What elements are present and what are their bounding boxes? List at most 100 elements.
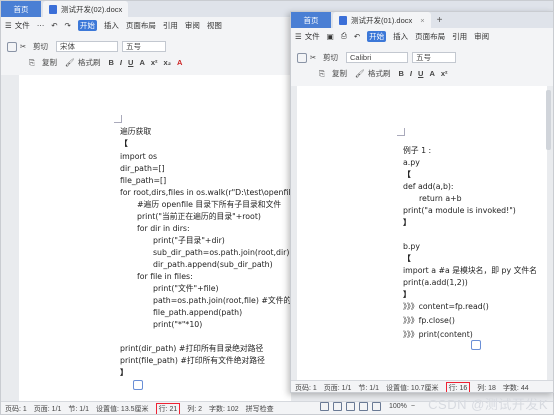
paste-icon[interactable] xyxy=(7,41,17,52)
vertical-scrollbar[interactable] xyxy=(546,90,551,150)
document-page[interactable]: 例子 1 : a.py 【 def add(a,b): return a+b p… xyxy=(297,86,547,380)
bold-button[interactable]: B xyxy=(109,58,114,67)
outline-view-icon[interactable] xyxy=(333,402,342,411)
format-painter-button[interactable]: 格式刷 xyxy=(78,57,101,68)
menu-references[interactable]: 引用 xyxy=(452,31,467,42)
menu-layout[interactable]: 页面布局 xyxy=(415,31,445,42)
doc-line: print("当前正在遍历的目录"+root) xyxy=(137,212,261,221)
doc-line: 》》》content=fp.read() xyxy=(403,302,489,311)
doc-line: for file in files: xyxy=(137,272,193,281)
doc-line: path=os.path.join(root,file) #文件的绝对 xyxy=(153,296,307,305)
tab-home[interactable]: 首页 xyxy=(291,12,331,28)
margin-mark xyxy=(114,115,122,123)
font-select[interactable]: Calibri xyxy=(346,52,408,63)
copy-button[interactable]: 复制 xyxy=(42,57,57,68)
eye-protect-icon[interactable] xyxy=(372,402,381,411)
superscript-button[interactable]: x² xyxy=(441,69,448,78)
tab-document[interactable]: 测试开发(02).docx xyxy=(43,1,129,17)
status-spell-check[interactable]: 拼写检查 xyxy=(246,404,274,414)
menu-icon[interactable]: ☰ xyxy=(5,21,12,30)
font-color-button[interactable]: A xyxy=(139,58,144,67)
status-page-number: 页码: 1 xyxy=(295,384,317,392)
doc-line: print(a.add(1,2)) xyxy=(403,278,468,287)
menu-home[interactable]: 开始 xyxy=(367,30,387,42)
document-page[interactable]: 遍历获取 【 import os dir_path=[] file_path=[… xyxy=(19,75,314,401)
menu-file[interactable]: 文件 xyxy=(15,20,30,31)
status-column: 列: 18 xyxy=(477,384,496,392)
copy-icon[interactable]: ⎘ xyxy=(319,69,329,79)
toolbar: ✂ 剪切 Calibri 五号 ⎘ 复制 🖌 格式刷 B I U A x² xyxy=(291,46,553,86)
watermark: CSDN @测试开发K xyxy=(428,397,548,412)
doc-line: a.py xyxy=(403,158,420,167)
format-painter-button[interactable]: 格式刷 xyxy=(368,68,391,79)
bold-button[interactable]: B xyxy=(399,69,404,78)
scissors-icon[interactable]: ✂ xyxy=(310,53,320,63)
underline-button[interactable]: U xyxy=(418,69,423,78)
doc-line: 遍历获取 xyxy=(120,127,152,136)
menu-insert[interactable]: 插入 xyxy=(393,31,408,42)
paste-options-icon[interactable] xyxy=(471,340,481,350)
doc-line: 【 xyxy=(120,139,128,148)
doc-line: 【 xyxy=(403,170,411,179)
menu-more-icon[interactable]: ⋯ xyxy=(37,21,45,30)
font-size-select[interactable]: 五号 xyxy=(412,52,456,63)
menu-insert[interactable]: 插入 xyxy=(104,20,119,31)
close-tab-icon[interactable]: × xyxy=(420,16,424,25)
document-area: 例子 1 : a.py 【 def add(a,b): return a+b p… xyxy=(291,86,553,380)
margin-mark xyxy=(397,128,405,136)
zoom-out-icon[interactable]: − xyxy=(411,403,415,410)
menu-undo-icon[interactable]: ↶ xyxy=(51,21,57,30)
page-view-icon[interactable] xyxy=(320,402,329,411)
status-word-count[interactable]: 字数: 102 xyxy=(209,404,239,414)
tab-home[interactable]: 首页 xyxy=(1,1,41,17)
highlight-button[interactable]: A xyxy=(177,58,182,67)
font-select[interactable]: 宋体 xyxy=(56,41,118,52)
cut-button[interactable]: 剪切 xyxy=(323,52,338,63)
menu-icon[interactable]: ☰ xyxy=(295,32,302,41)
copy-button[interactable]: 复制 xyxy=(332,68,347,79)
doc-line: for root,dirs,files in os.walk(r"D:\test… xyxy=(120,188,305,197)
status-section: 节: 1/1 xyxy=(68,405,90,413)
doc-line: #遍历 openfile 目录下所有子目录和文件 xyxy=(137,200,282,209)
superscript-button[interactable]: x² xyxy=(151,58,158,67)
menu-save-icon[interactable]: ▣ xyxy=(327,32,334,41)
read-mode-icon[interactable] xyxy=(359,402,368,411)
subscript-button[interactable]: x₂ xyxy=(164,58,172,67)
cut-button[interactable]: 剪切 xyxy=(33,41,48,52)
doc-line: return a+b xyxy=(419,194,462,203)
paste-icon[interactable] xyxy=(297,52,307,63)
doc-line: 】 xyxy=(403,218,411,227)
italic-button[interactable]: I xyxy=(120,58,122,67)
zoom-level[interactable]: 100% xyxy=(389,403,407,410)
menu-redo-icon[interactable]: ↷ xyxy=(65,21,71,30)
status-word-count[interactable]: 字数: 44 xyxy=(503,383,529,393)
menu-view[interactable]: 视图 xyxy=(207,20,222,31)
doc-line: 》》》print(content) xyxy=(403,330,473,339)
menu-undo-icon[interactable]: ↶ xyxy=(354,32,360,41)
doc-line: print("子目录"+dir) xyxy=(153,236,225,245)
scissors-icon[interactable]: ✂ xyxy=(20,42,30,52)
menu-file[interactable]: 文件 xyxy=(305,31,320,42)
new-tab-icon[interactable]: + xyxy=(437,12,443,28)
web-view-icon[interactable] xyxy=(346,402,355,411)
menu-review[interactable]: 审阅 xyxy=(474,31,489,42)
doc-line: 例子 1 : xyxy=(403,146,432,155)
font-size-select[interactable]: 五号 xyxy=(122,41,166,52)
doc-line: print("a module is invoked!") xyxy=(403,206,516,215)
menu-print-icon[interactable]: ⎙ xyxy=(341,31,347,41)
paste-options-icon[interactable] xyxy=(133,380,143,390)
menu-references[interactable]: 引用 xyxy=(163,20,178,31)
italic-button[interactable]: I xyxy=(410,69,412,78)
menu-review[interactable]: 审阅 xyxy=(185,20,200,31)
menu-layout[interactable]: 页面布局 xyxy=(126,20,156,31)
underline-button[interactable]: U xyxy=(128,58,133,67)
document-icon xyxy=(49,4,57,14)
brush-icon[interactable]: 🖌 xyxy=(65,58,75,68)
doc-line: dir_path=[] xyxy=(120,164,165,173)
tab-document[interactable]: 测试开发(01).docx × xyxy=(333,12,431,28)
brush-icon[interactable]: 🖌 xyxy=(355,69,365,79)
font-color-button[interactable]: A xyxy=(429,69,434,78)
doc-line: print("*"*10) xyxy=(153,320,203,329)
menu-home[interactable]: 开始 xyxy=(77,19,97,31)
copy-icon[interactable]: ⎘ xyxy=(29,58,39,68)
